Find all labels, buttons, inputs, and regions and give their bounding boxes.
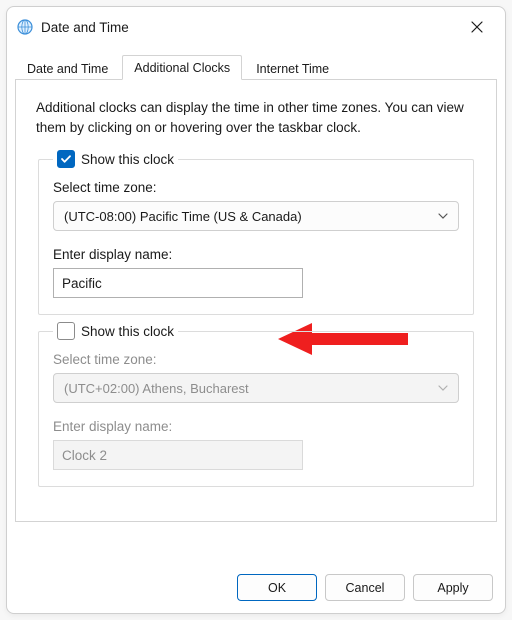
apply-button[interactable]: Apply [413, 574, 493, 601]
clock1-show-label: Show this clock [81, 152, 174, 167]
intro-text: Additional clocks can display the time i… [36, 98, 476, 137]
clock2-name-label: Enter display name: [53, 419, 459, 434]
date-time-dialog: Date and Time Date and Time Additional C… [6, 6, 506, 614]
dialog-buttons: OK Cancel Apply [7, 566, 505, 613]
clock1-name-label: Enter display name: [53, 247, 459, 262]
clock1-show-checkbox[interactable] [57, 150, 75, 168]
tab-additional-clocks[interactable]: Additional Clocks [122, 55, 242, 80]
clock1-tz-label: Select time zone: [53, 180, 459, 195]
clock1-name-input[interactable]: Pacific [53, 268, 303, 298]
chevron-down-icon [438, 211, 448, 221]
tab-date-and-time[interactable]: Date and Time [15, 56, 120, 80]
tab-content: Additional clocks can display the time i… [15, 79, 497, 522]
clock2-name-value: Clock 2 [62, 448, 107, 463]
clock2-show-checkbox[interactable] [57, 322, 75, 340]
clock2-show-label: Show this clock [81, 324, 174, 339]
clock-globe-icon [17, 19, 33, 35]
ok-button[interactable]: OK [237, 574, 317, 601]
chevron-down-icon [438, 383, 448, 393]
titlebar: Date and Time [7, 7, 505, 45]
window-title: Date and Time [41, 20, 461, 35]
clock1-group: Show this clock Select time zone: (UTC-0… [38, 159, 474, 315]
check-icon [60, 153, 72, 165]
clock1-tz-value: (UTC-08:00) Pacific Time (US & Canada) [64, 209, 302, 224]
clock2-tz-value: (UTC+02:00) Athens, Bucharest [64, 381, 249, 396]
clock1-name-value: Pacific [62, 276, 102, 291]
clock2-tz-select: (UTC+02:00) Athens, Bucharest [53, 373, 459, 403]
tab-internet-time[interactable]: Internet Time [244, 56, 341, 80]
clock2-tz-label: Select time zone: [53, 352, 459, 367]
tab-strip: Date and Time Additional Clocks Internet… [15, 51, 497, 79]
cancel-button[interactable]: Cancel [325, 574, 405, 601]
close-button[interactable] [461, 15, 493, 39]
clock1-tz-select[interactable]: (UTC-08:00) Pacific Time (US & Canada) [53, 201, 459, 231]
clock2-group: Show this clock Select time zone: (UTC+0… [38, 331, 474, 487]
clock2-name-input: Clock 2 [53, 440, 303, 470]
close-icon [471, 21, 483, 33]
